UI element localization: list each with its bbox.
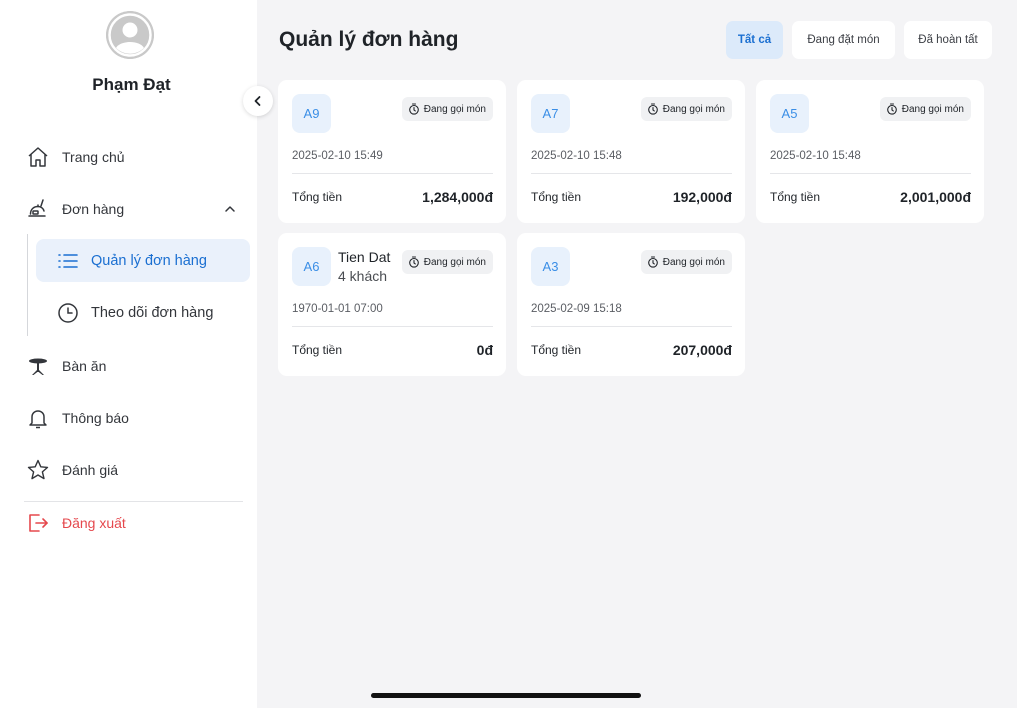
status-label: Đang gọi món: [423, 103, 486, 115]
order-card[interactable]: A3 Đang gọi món 2025-02-09 15:18 Tổng ti…: [517, 233, 745, 376]
nav-item-orders[interactable]: Đơn hàng: [26, 189, 124, 229]
order-card[interactable]: A9 Đang gọi món 2025-02-10 15:49 Tổng ti…: [278, 80, 506, 223]
card-divider: [531, 326, 732, 327]
status-label: Đang gọi món: [423, 256, 486, 268]
order-card[interactable]: A7 Đang gọi món 2025-02-10 15:48 Tổng ti…: [517, 80, 745, 223]
table-code-badge: A5: [770, 94, 809, 133]
order-datetime: 2025-02-10 15:48: [770, 150, 861, 162]
avatar[interactable]: [106, 11, 154, 59]
food-tray-icon: [26, 197, 50, 221]
sidebar-item-track-orders[interactable]: Theo dõi đơn hàng: [36, 291, 250, 334]
status-badge: Đang gọi món: [401, 97, 493, 121]
nav-item-reviews[interactable]: Đánh giá: [26, 450, 118, 490]
home-indicator[interactable]: [371, 693, 641, 698]
filter-all[interactable]: Tất cả: [726, 21, 783, 59]
total-value: 207,000đ: [672, 342, 732, 358]
total-value: 192,000đ: [672, 189, 732, 205]
filter-ordering[interactable]: Đang đặt món: [792, 21, 895, 59]
nav-label-home: Trang chủ: [62, 149, 125, 165]
bell-icon: [26, 406, 50, 430]
list-icon: [56, 249, 80, 273]
page-title: Quản lý đơn hàng: [279, 28, 459, 51]
nav-label-logout: Đăng xuất: [62, 515, 126, 531]
status-badge: Đang gọi món: [879, 97, 971, 121]
sidebar-collapse-button[interactable]: [243, 86, 273, 116]
nav-label-reviews: Đánh giá: [62, 462, 119, 478]
nav-item-tables[interactable]: Bàn ăn: [26, 346, 106, 386]
total-label: Tổng tiền: [292, 190, 343, 204]
nav-label-notifications: Thông báo: [62, 410, 129, 426]
table-code-badge: A7: [531, 94, 570, 133]
total-label: Tổng tiền: [770, 190, 821, 204]
guest-name: Tien Dat: [338, 249, 391, 265]
user-name: Phạm Đạt: [92, 75, 171, 94]
status-label: Đang gọi món: [662, 103, 725, 115]
nav-item-home[interactable]: Trang chủ: [26, 137, 125, 177]
guest-info: Tien Dat 4 khách: [338, 248, 390, 286]
home-icon: [26, 145, 50, 169]
clock-icon: [56, 301, 80, 325]
timer-icon: [647, 256, 659, 268]
dining-table-icon: [26, 354, 50, 378]
nav-label-tables: Bàn ăn: [62, 358, 107, 374]
logout-icon: [26, 511, 50, 535]
chevron-left-icon: [254, 96, 261, 106]
card-divider: [292, 326, 493, 327]
order-card[interactable]: A5 Đang gọi món 2025-02-10 15:48 Tổng ti…: [756, 80, 984, 223]
timer-icon: [408, 256, 420, 268]
sidebar: Phạm Đạt Trang chủ Đơn hàng Quản lý đơn …: [0, 0, 257, 708]
total-label: Tổng tiền: [292, 343, 343, 357]
sidebar-label-track-orders: Theo dõi đơn hàng: [91, 304, 214, 321]
timer-icon: [647, 103, 659, 115]
user-avatar-icon: [106, 11, 154, 59]
submenu-guide-line: [27, 234, 28, 336]
status-badge: Đang gọi món: [640, 250, 732, 274]
total-value: 1,284,000đ: [422, 189, 493, 205]
card-divider: [770, 173, 971, 174]
chevron-up-icon[interactable]: [220, 199, 240, 219]
order-datetime: 2025-02-09 15:18: [531, 303, 622, 315]
order-datetime: 1970-01-01 07:00: [292, 303, 383, 315]
sidebar-label-manage-orders: Quản lý đơn hàng: [91, 252, 207, 269]
star-icon: [26, 458, 50, 482]
order-datetime: 2025-02-10 15:49: [292, 150, 383, 162]
nav-label-orders: Đơn hàng: [62, 201, 125, 217]
total-value: 0đ: [476, 342, 493, 358]
nav-item-logout[interactable]: Đăng xuất: [26, 503, 126, 543]
table-code-badge: A9: [292, 94, 331, 133]
order-datetime: 2025-02-10 15:48: [531, 150, 622, 162]
status-badge: Đang gọi món: [640, 97, 732, 121]
guest-count: 4 khách: [338, 268, 388, 284]
card-divider: [292, 173, 493, 174]
status-badge: Đang gọi món: [401, 250, 493, 274]
filter-completed[interactable]: Đã hoàn tất: [904, 21, 992, 59]
total-label: Tổng tiền: [531, 343, 582, 357]
table-code-badge: A3: [531, 247, 570, 286]
timer-icon: [408, 103, 420, 115]
status-label: Đang gọi món: [901, 103, 964, 115]
table-code-badge: A6: [292, 247, 331, 286]
sidebar-divider: [24, 501, 243, 502]
total-label: Tổng tiền: [531, 190, 582, 204]
order-card[interactable]: A6 Tien Dat 4 khách Đang gọi món 1970-01…: [278, 233, 506, 376]
sidebar-item-manage-orders[interactable]: Quản lý đơn hàng: [36, 239, 250, 282]
timer-icon: [886, 103, 898, 115]
total-value: 2,001,000đ: [900, 189, 971, 205]
card-divider: [531, 173, 732, 174]
status-label: Đang gọi món: [662, 256, 725, 268]
nav-item-notifications[interactable]: Thông báo: [26, 398, 129, 438]
